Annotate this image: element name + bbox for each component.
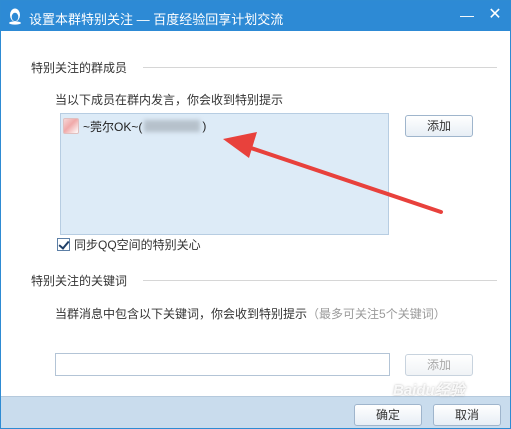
cancel-button[interactable]: 取消	[433, 404, 501, 426]
sync-qzone-label: 同步QQ空间的特别关心	[74, 238, 201, 252]
keywords-hint-text: 当群消息中包含以下关键词，你会收到特别提示	[55, 307, 308, 321]
add-keyword-button[interactable]: 添加	[405, 354, 473, 376]
ok-button[interactable]: 确定	[354, 404, 422, 426]
qq-penguin-icon	[9, 8, 21, 25]
blurred-qq-number	[144, 120, 201, 132]
dialog-window: 设置本群特别关注 — 百度经验回享计划交流 — ✕ 特别关注的群成员 当以下成员…	[0, 0, 511, 429]
title-bar: 设置本群特别关注 — 百度经验回享计划交流 — ✕	[1, 1, 510, 31]
member-name-suffix: )	[202, 119, 207, 133]
minimize-button[interactable]: —	[457, 6, 477, 24]
keyword-input[interactable]	[55, 353, 390, 376]
keywords-section-label: 特别关注的关键词	[31, 274, 128, 288]
sync-qzone-option[interactable]: 同步QQ空间的特别关心	[57, 236, 201, 253]
keywords-section-divider	[143, 280, 497, 281]
members-section-divider	[143, 67, 497, 68]
member-name: ~莞尔OK~(	[83, 119, 143, 134]
add-member-button[interactable]: 添加	[405, 115, 473, 137]
member-list[interactable]: ~莞尔OK~( )	[60, 113, 389, 235]
members-hint: 当以下成员在群内发言，你会收到特别提示	[55, 93, 284, 107]
sync-qzone-checkbox[interactable]	[57, 238, 70, 251]
avatar	[63, 118, 79, 134]
window-title: 设置本群特别关注 — 百度经验回享计划交流	[29, 12, 284, 27]
watermark: Baidu经验	[393, 382, 465, 399]
keywords-limit-note: （最多可关注5个关键词）	[307, 307, 446, 321]
close-button[interactable]: ✕	[485, 6, 505, 24]
list-item[interactable]: ~莞尔OK~( )	[63, 116, 206, 136]
keywords-hint: 当群消息中包含以下关键词，你会收到特别提示（最多可关注5个关键词）	[55, 305, 446, 322]
members-section-label: 特别关注的群成员	[31, 61, 128, 75]
